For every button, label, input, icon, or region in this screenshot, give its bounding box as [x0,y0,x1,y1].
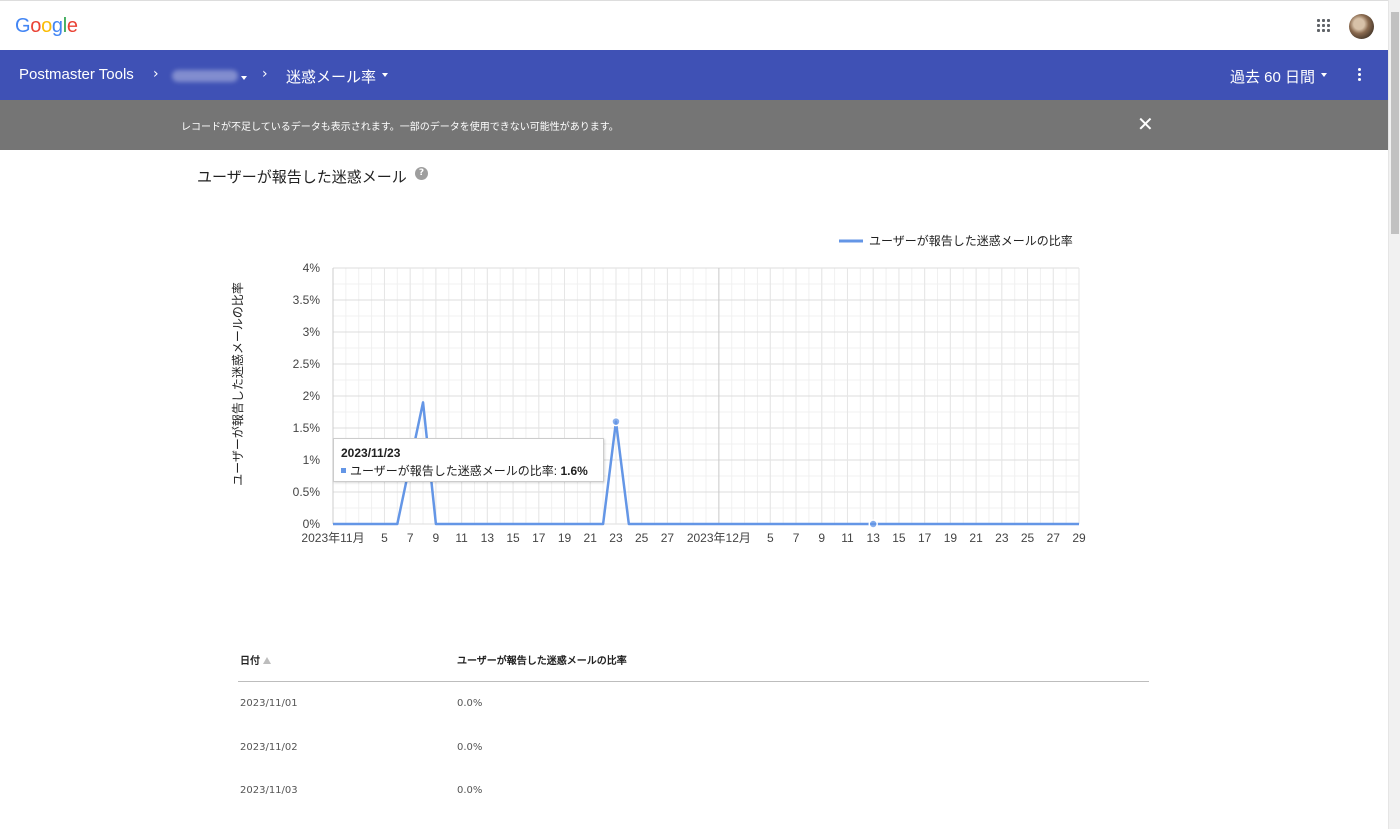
logo-letter: o [30,15,42,37]
top-bar: Google [0,0,1388,50]
tooltip-date: 2023/11/23 [341,446,401,460]
column-header-rate[interactable]: ユーザーが報告した迷惑メールの比率 [457,652,627,667]
x-tick-label: 25 [635,531,649,545]
banner-message: レコードが不足しているデータも表示されます。一部のデータを使用できない可能性があ… [181,122,619,133]
x-tick-label: 17 [918,531,932,545]
highlighted-point [868,519,878,529]
logo-letter: o [41,15,52,37]
x-tick-label: 2023年11月 [301,531,364,545]
table-cell-date: 2023/11/03 [240,785,298,796]
table-cell-date: 2023/11/02 [240,741,298,753]
x-tick-label: 11 [841,531,854,545]
table-cell-rate: 0.0% [457,785,483,796]
range-dropdown-caret-icon[interactable] [1321,73,1327,77]
x-tick-label: 25 [1021,531,1035,545]
logo-letter: e [66,15,78,37]
page-dropdown-caret-icon[interactable] [382,73,388,77]
x-tick-label: 9 [818,531,825,545]
x-tick-label: 11 [455,531,468,545]
google-logo[interactable]: Google [15,15,78,38]
table-cell-rate: 0.0% [457,741,483,753]
x-tick-label: 15 [506,531,520,545]
x-tick-label: 19 [558,531,572,545]
y-tick-label: 2.5% [293,357,321,371]
scrollbar[interactable] [1388,0,1400,829]
logo-letter: g [51,15,63,37]
legend-label: ユーザーが報告した迷惑メールの比率 [869,233,1073,248]
more-options-icon[interactable] [1357,68,1363,82]
help-icon[interactable]: ? [415,167,428,180]
page-selector[interactable]: 迷惑メール率 [286,66,376,87]
x-tick-label: 5 [767,531,774,545]
x-tick-label: 23 [995,531,1009,545]
series-color-swatch [341,468,346,473]
highlighted-point [611,416,621,427]
x-tick-label: 9 [433,531,440,545]
tooltip-row: ユーザーが報告した迷惑メールの比率: 1.6% [341,462,588,479]
spam-rate-chart: 0% 0.5% 1% 1.5% 2% 2.5% 3% 3.5% 4% 2023年11月 5 7 9 11 1… [230,233,1086,545]
table-cell-rate: 0.0% [457,698,483,709]
x-tick-label: 17 [532,531,546,545]
x-tick-label: 2023年12月 [687,531,751,545]
x-tick-label: 5 [381,531,388,545]
domain-selector[interactable] [172,70,238,82]
x-tick-label: 13 [481,531,495,545]
x-tick-label: 27 [661,531,675,545]
apps-grid-icon[interactable] [1317,19,1331,33]
column-header-date[interactable]: 日付 [240,652,271,667]
x-tick-label: 23 [609,531,623,545]
y-tick-label: 2% [303,389,321,403]
chart-tooltip: 2023/11/23 ユーザーが報告した迷惑メールの比率: 1.6% [333,438,604,482]
x-tick-label: 13 [867,531,881,545]
breadcrumb-chevron-icon: › [262,66,268,82]
y-tick-label: 1.5% [293,421,321,435]
y-tick-label: 1% [303,453,321,467]
column-header-date-label: 日付 [240,656,260,667]
avatar[interactable] [1349,14,1374,39]
section-title: ユーザーが報告した迷惑メール [197,168,407,186]
notice-banner: レコードが不足しているデータも表示されます。一部のデータを使用できない可能性があ… [0,100,1388,150]
sort-ascending-icon[interactable] [263,657,271,664]
x-tick-label: 19 [944,531,958,545]
x-tick-label: 27 [1047,531,1061,545]
tooltip-value: 1.6% [560,464,588,478]
x-tick-label: 15 [892,531,906,545]
x-tick-label: 21 [969,531,983,545]
y-tick-label: 4% [303,261,321,275]
table-cell-date: 2023/11/01 [240,698,298,709]
app-bar: Postmaster Tools › › 迷惑メール率 過去 60 日間 [0,50,1388,100]
y-tick-label: 3% [303,325,321,339]
product-title[interactable]: Postmaster Tools [19,66,134,83]
x-tick-label: 7 [407,531,414,545]
header-divider [238,681,1149,682]
scrollbar-thumb[interactable] [1391,12,1399,234]
close-icon[interactable]: ✕ [1137,114,1154,134]
y-tick-label: 0.5% [293,485,321,499]
y-tick-label: 0% [303,517,321,531]
breadcrumb-chevron-icon: › [153,66,159,82]
domain-dropdown-caret-icon[interactable] [241,76,247,80]
tooltip-label: ユーザーが報告した迷惑メールの比率: [350,464,558,478]
x-tick-label: 29 [1072,531,1086,545]
date-range-selector[interactable]: 過去 60 日間 [1230,66,1315,87]
logo-letter: G [15,15,31,37]
x-tick-label: 7 [793,531,800,545]
x-tick-label: 21 [584,531,598,545]
y-tick-label: 3.5% [293,293,321,307]
y-axis-title: ユーザーが報告した迷惑メールの比率 [230,282,245,486]
